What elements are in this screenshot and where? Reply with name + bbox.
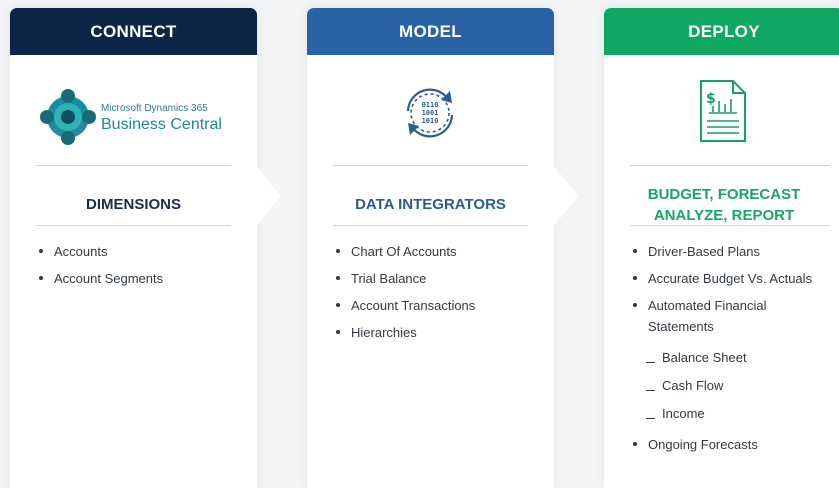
chevron-arrow-icon <box>554 166 578 226</box>
model-divider-top <box>333 165 528 166</box>
deploy-section-title: BUDGET, FORECAST ANALYZE, REPORT <box>604 184 839 226</box>
sub-list-item: Cash Flow <box>630 375 839 396</box>
model-list: Chart Of Accounts Trial Balance Account … <box>333 241 475 349</box>
deploy-title-line1: BUDGET, FORECAST <box>647 186 801 203</box>
sub-list-item: Balance Sheet <box>630 347 839 368</box>
list-item: Accurate Budget Vs. Actuals <box>630 268 839 289</box>
connect-divider-top <box>36 165 231 166</box>
deploy-title-line2: ANALYZE, REPORT <box>653 207 795 224</box>
svg-text:1001: 1001 <box>422 109 439 117</box>
chevron-arrow-icon <box>257 166 281 226</box>
svg-text:1010: 1010 <box>422 117 439 125</box>
deploy-divider-bottom <box>630 225 830 226</box>
logo-text-line1: Microsoft Dynamics 365 <box>101 103 208 114</box>
connect-card: CONNECT Microsoft Dynamics 365 Business … <box>10 8 257 488</box>
connect-section-title: DIMENSIONS <box>85 196 181 213</box>
sub-list-item: Income <box>630 403 839 424</box>
list-item: Chart Of Accounts <box>333 241 475 262</box>
model-section-title: DATA INTEGRATORS <box>355 196 506 213</box>
list-item: Ongoing Forecasts <box>630 434 839 455</box>
model-header: MODEL <box>307 8 554 55</box>
deploy-divider-top <box>630 165 830 166</box>
model-divider-bottom <box>333 225 528 226</box>
workflow-diagram: CONNECT Microsoft Dynamics 365 Business … <box>0 0 839 488</box>
list-item: Account Transactions <box>333 295 475 316</box>
list-item: Automated Financial Statements <box>630 295 798 337</box>
list-item: Account Segments <box>36 268 163 289</box>
data-sync-icon: 0110 1001 1010 <box>406 88 454 138</box>
list-item: Trial Balance <box>333 268 475 289</box>
deploy-list: Driver-Based Plans Accurate Budget Vs. A… <box>630 241 839 461</box>
connect-list: Accounts Account Segments <box>36 241 163 295</box>
deploy-card: DEPLOY $ BUDGET, FORECAST ANALYZE, REPOR… <box>604 8 839 488</box>
svg-text:$: $ <box>706 91 716 107</box>
financial-report-icon: $ <box>700 80 746 142</box>
connect-header: CONNECT <box>10 8 257 55</box>
list-item: Driver-Based Plans <box>630 241 839 262</box>
business-central-logo: Microsoft Dynamics 365 Business Central <box>10 80 257 150</box>
list-item: Hierarchies <box>333 322 475 343</box>
svg-text:0110: 0110 <box>422 101 439 109</box>
model-card: MODEL 0110 1001 1010 DATA INTEGRATORS Ch… <box>307 8 554 488</box>
deploy-header: DEPLOY <box>604 8 839 55</box>
logo-text-line2: Business Central <box>101 116 222 133</box>
list-item: Accounts <box>36 241 163 262</box>
deploy-icon-area: $ <box>604 80 839 150</box>
dynamics-365-logo-icon <box>40 89 96 145</box>
connect-divider-bottom <box>36 225 231 226</box>
model-icon-area: 0110 1001 1010 <box>307 80 554 150</box>
